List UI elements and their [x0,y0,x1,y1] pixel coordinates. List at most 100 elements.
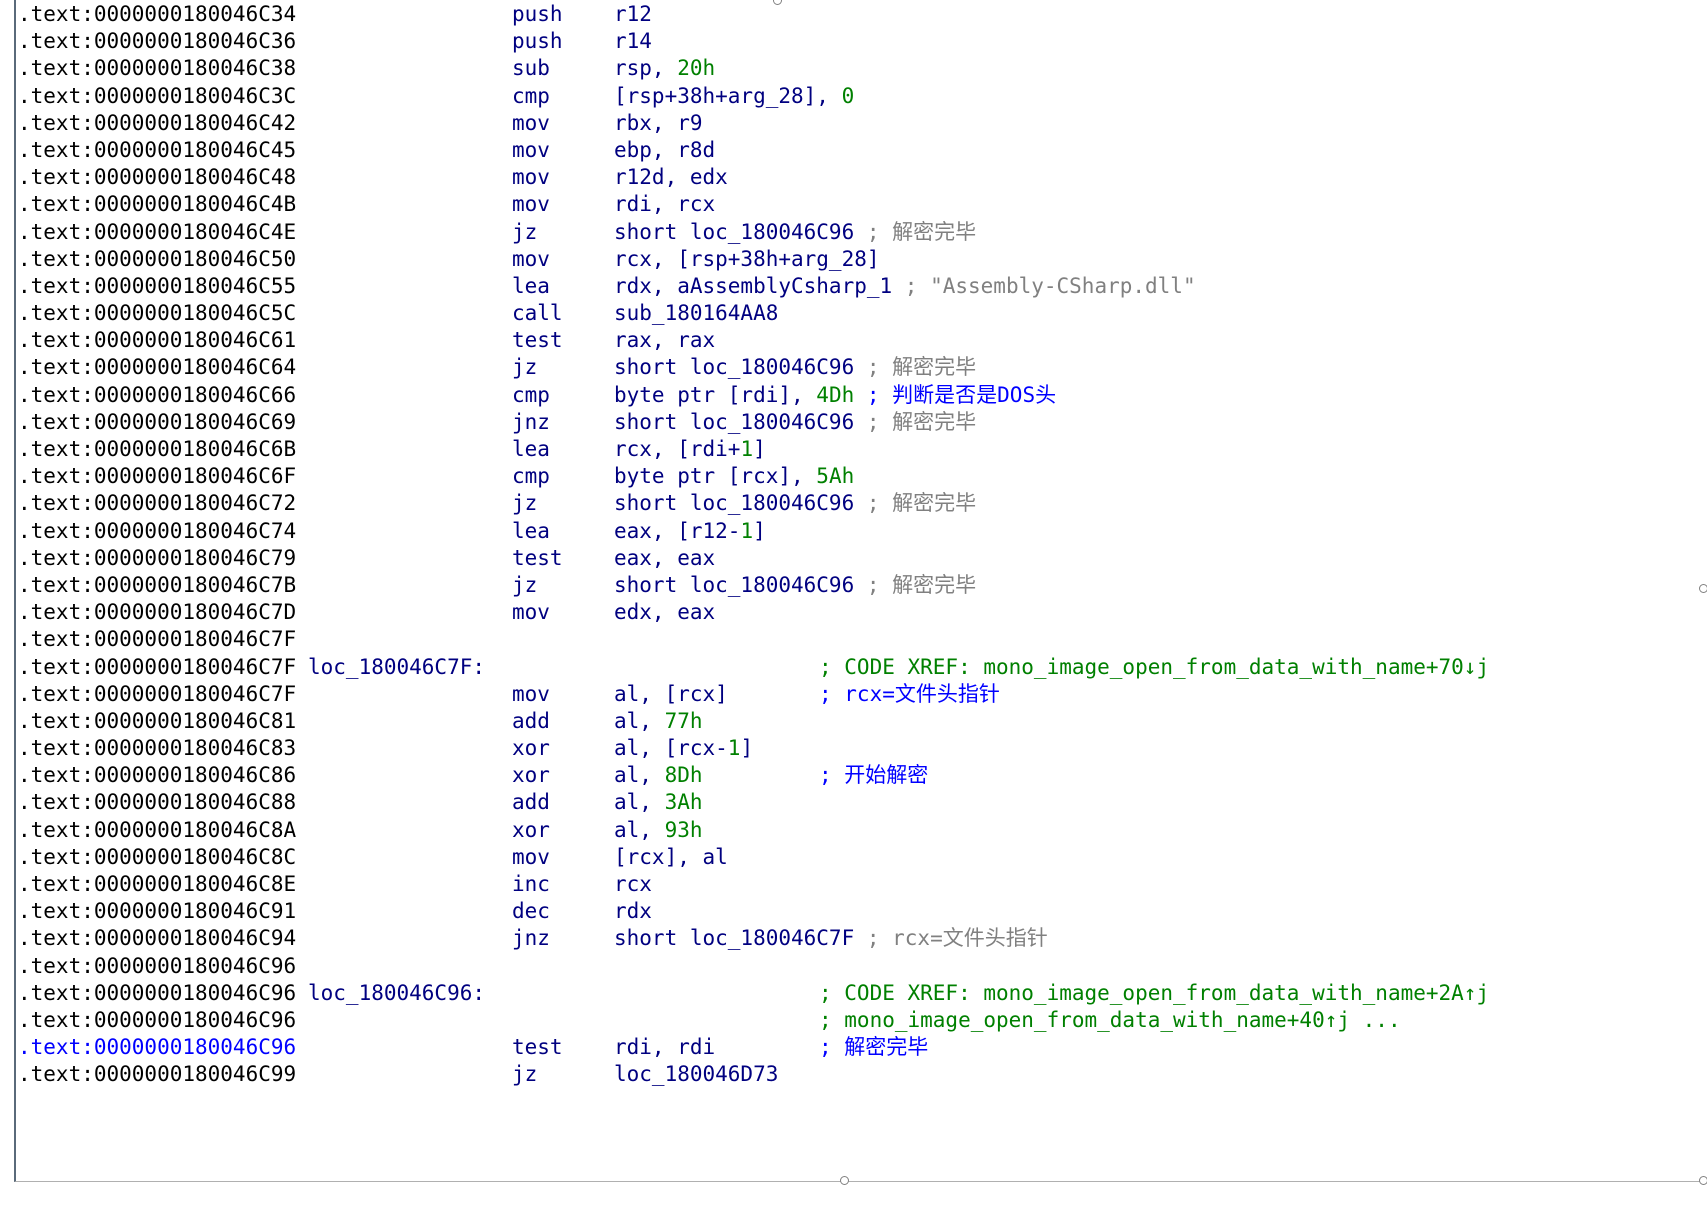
code-label[interactable]: loc_180046C96: [308,980,485,1007]
listing-row[interactable]: .text:0000000180046C99 jz loc_180046D73 [16,1061,1706,1088]
listing-row[interactable]: .text:0000000180046C88 add al, 3Ah [16,789,1706,816]
operand-part: rax, rax [614,328,716,353]
comment: ; 解密完毕 [854,491,977,516]
listing-row[interactable]: .text:0000000180046C74 lea eax, [r12-1] [16,518,1706,545]
xref-comment[interactable]: ; CODE XREF: mono_image_open_from_data_w… [819,980,1489,1007]
address: .text:0000000180046C66 [18,382,297,407]
mnemonic: push [512,2,563,26]
listing-row[interactable]: .text:0000000180046C6B lea rcx, [rdi+1] [16,436,1706,463]
listing-row[interactable]: .text:0000000180046C96 test rdi, rdi ; 解密完毕 [16,1034,1706,1061]
operand-part: r14 [614,29,652,54]
address: .text:0000000180046C94 [18,926,297,951]
operand-part: byte ptr [rdi], [614,382,817,407]
operand-part: al, [614,708,665,733]
operand-part: rdi, rcx [614,192,716,217]
listing-row[interactable]: .text:0000000180046C96 loc_180046C96: ; CO… [16,980,1706,1007]
operand-part: loc_180046D73 [614,1062,779,1087]
listing-row[interactable]: .text:0000000180046C8C mov [rcx], al [16,844,1706,871]
mnemonic: mov [512,110,550,135]
code-label[interactable]: loc_180046C7F: [308,654,485,681]
operand-part: 8Dh [664,763,703,788]
listing-row[interactable]: .text:0000000180046C8E inc rcx [16,871,1706,898]
mnemonic: call [512,301,563,326]
operand-part: eax, [r12- [614,518,741,543]
listing-row[interactable]: .text:0000000180046C36 push r14 [16,28,1706,55]
listing-row[interactable]: .text:0000000180046C3C cmp [rsp+38h+arg_28… [16,83,1706,110]
operand-part: 5Ah [816,464,855,489]
listing-row[interactable]: .text:0000000180046C7D mov edx, eax [16,599,1706,626]
listing-row[interactable]: .text:0000000180046C96 [16,953,1706,980]
listing-row[interactable]: .text:0000000180046C91 dec rdx [16,898,1706,925]
mnemonic: test [512,545,563,570]
listing-row[interactable]: .text:0000000180046C96 ; mono_image_open_… [16,1007,1706,1034]
listing-row[interactable]: .text:0000000180046C61 test rax, rax [16,327,1706,354]
listing-row[interactable]: .text:0000000180046C34 push r12 [16,1,1706,28]
operands: rbx, r9 [614,110,703,137]
listing-row[interactable]: .text:0000000180046C55 lea rdx, aAssemblyC… [16,273,1706,300]
operands: rdx, aAssemblyCsharp_1 ; "Assembly-CShar… [614,273,1196,300]
resize-handle-right[interactable] [1699,584,1707,593]
operand-part: al, [614,790,665,815]
listing-row[interactable]: .text:0000000180046C45 mov ebp, r8d [16,137,1706,164]
listing-row[interactable]: .text:0000000180046C72 jz short loc_180046… [16,490,1706,517]
mnemonic: lea [512,273,550,298]
listing-row[interactable]: .text:0000000180046C79 test eax, eax [16,545,1706,572]
listing-row[interactable]: .text:0000000180046C64 jz short loc_180046… [16,354,1706,381]
address: .text:0000000180046C38 [18,56,297,81]
listing-row[interactable]: .text:0000000180046C5C call sub_180164AA8 [16,300,1706,327]
address: .text:0000000180046C7B [18,572,297,597]
address: .text:0000000180046C3C [18,83,297,108]
listing-row[interactable]: .text:0000000180046C94 jnz short loc_18004… [16,925,1706,952]
comment: ; 解密完毕 [819,1035,929,1060]
listing-row[interactable]: .text:0000000180046C42 mov rbx, r9 [16,110,1706,137]
listing-row[interactable]: .text:0000000180046C8A xor al, 93h [16,817,1706,844]
mnemonic: jz [512,355,538,380]
operand-part: 20h [677,56,716,81]
xref-comment[interactable]: ; CODE XREF: mono_image_open_from_data_w… [819,654,1489,681]
listing-row[interactable]: .text:0000000180046C7F mov al, [rcx] ; rcx=… [16,681,1706,708]
listing-row[interactable]: .text:0000000180046C6F cmp byte ptr [rcx],… [16,463,1706,490]
operand-part: short loc_180046C96 [614,409,855,434]
listing-row[interactable]: .text:0000000180046C83 xor al, [rcx-1] [16,735,1706,762]
operand-part: rcx, [rsp+38h+arg_28] [614,246,880,271]
address: .text:0000000180046C7D [18,600,297,625]
operand-part: byte ptr [rcx], [614,464,817,489]
mnemonic: add [512,790,550,815]
operand-part: [rsp+38h+arg_28], [614,83,842,108]
operand-part: rbx, r9 [614,110,703,135]
operands: ebp, r8d [614,137,715,164]
address: .text:0000000180046C79 [18,545,297,570]
listing-row[interactable]: .text:0000000180046C7B jz short loc_180046… [16,572,1706,599]
listing-row[interactable]: .text:0000000180046C38 sub rsp, 20h [16,55,1706,82]
address: .text:0000000180046C4E [18,219,297,244]
resize-handle-bottom[interactable] [840,1176,849,1185]
listing-row[interactable]: .text:0000000180046C50 mov rcx, [rsp+38h+a… [16,246,1706,273]
address: .text:0000000180046C45 [18,137,297,162]
address: .text:0000000180046C5C [18,301,297,326]
comment: ; 解密完毕 [854,219,977,244]
address: .text:0000000180046C8C [18,844,297,869]
address: .text:0000000180046C36 [18,29,297,54]
address: .text:0000000180046C88 [18,790,297,815]
operand-part: 3Ah [664,790,703,815]
address: .text:0000000180046C69 [18,409,297,434]
resize-handle-bottom-right[interactable] [1699,1176,1707,1185]
listing-row[interactable]: .text:0000000180046C86 xor al, 8Dh ; 开始解密 [16,762,1706,789]
listing-row[interactable]: .text:0000000180046C7F loc_180046C7F: ; CO… [16,654,1706,681]
operand-part: rdi, rdi [614,1035,716,1060]
operand-part: sub_180164AA8 [614,301,779,326]
operands: rdx [614,898,652,925]
mnemonic: test [512,328,563,353]
listing-row[interactable]: .text:0000000180046C81 add al, 77h [16,708,1706,735]
disassembly-listing[interactable]: .text:0000000180046C34 push r12 .text:00000… [14,0,1706,1182]
mnemonic: test [512,1035,563,1060]
listing-row[interactable]: .text:0000000180046C4B mov rdi, rcx [16,191,1706,218]
listing-row[interactable]: .text:0000000180046C4E jz short loc_180046… [16,219,1706,246]
listing-row[interactable]: .text:0000000180046C66 cmp byte ptr [rdi],… [16,382,1706,409]
operand-part: 93h [664,817,703,842]
mnemonic: mov [512,165,550,190]
xref-comment[interactable]: ; mono_image_open_from_data_with_name+40… [819,1007,1401,1034]
listing-row[interactable]: .text:0000000180046C7F [16,626,1706,653]
listing-row[interactable]: .text:0000000180046C48 mov r12d, edx [16,164,1706,191]
listing-row[interactable]: .text:0000000180046C69 jnz short loc_18004… [16,409,1706,436]
